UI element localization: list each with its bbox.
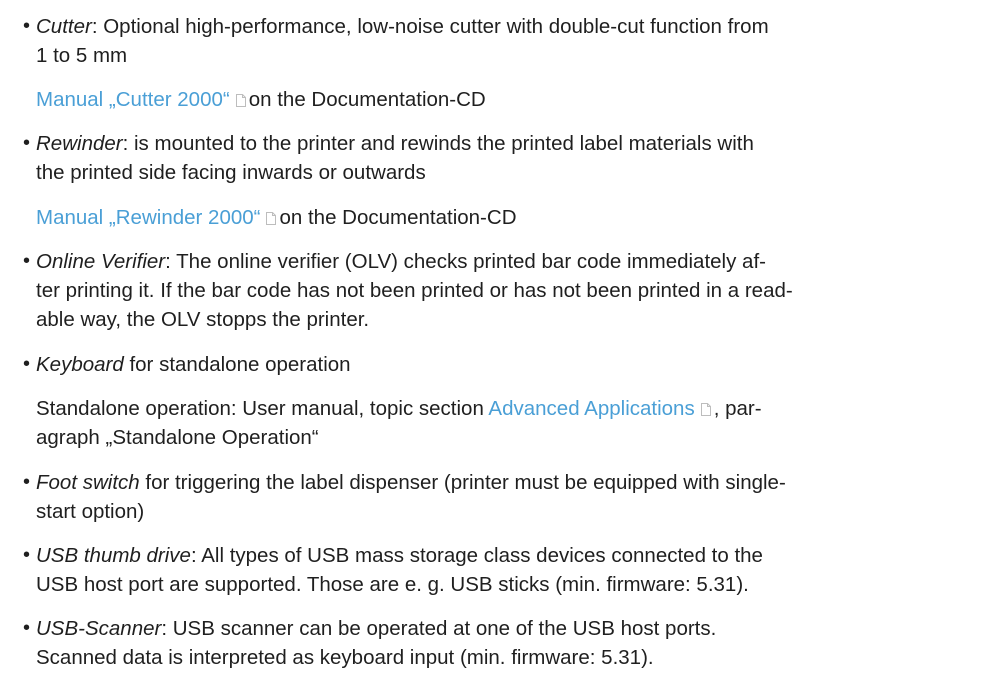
rewinder-manual-link[interactable]: Manual „Rewinder 2000“ <box>36 206 260 229</box>
bullet: • <box>23 132 31 154</box>
item-term: Rewinder <box>36 132 123 155</box>
list-item-keyboard: • Keyboard for standalone operation <box>23 350 981 379</box>
item-text: : USB scanner can be operated at one of … <box>161 617 717 640</box>
cutter-manual-reference: Manual „Cutter 2000“ on the Documentation… <box>36 85 981 114</box>
standalone-reference: Standalone operation: User manual, topic… <box>36 394 981 452</box>
item-text: : Optional high-performance, low-noise c… <box>91 15 769 38</box>
list-item-rewinder: • Rewinder: is mounted to the printer an… <box>23 129 981 187</box>
item-text: : All types of USB mass storage class de… <box>190 544 763 567</box>
item-line: Scanned data is interpreted as keyboard … <box>36 646 654 669</box>
item-line: USB host port are supported. Those are e… <box>36 573 749 596</box>
document-icon <box>700 403 711 416</box>
reference-text: Standalone operation: User manual, topic… <box>36 397 489 420</box>
item-line: the printed side facing inwards or outwa… <box>36 161 426 184</box>
item-text: for standalone operation <box>123 353 351 376</box>
item-line: Keyboard for standalone operation <box>36 350 981 379</box>
reference-line: Standalone operation: User manual, topic… <box>36 394 981 423</box>
bullet: • <box>23 15 31 37</box>
bullet: • <box>23 353 31 375</box>
item-line: Cutter: Optional high-performance, low-n… <box>36 12 981 41</box>
advanced-applications-link[interactable]: Advanced Applications <box>488 397 694 420</box>
item-line: USB thumb drive: All types of USB mass s… <box>36 541 981 570</box>
item-term: Cutter <box>36 15 92 38</box>
list-item-usb-thumb-drive: • USB thumb drive: All types of USB mass… <box>23 541 981 599</box>
item-term: Foot switch <box>36 471 140 494</box>
reference-text: on the Documentation-CD <box>279 206 517 229</box>
item-line: able way, the OLV stopps the printer. <box>36 308 370 331</box>
item-line: Foot switch for triggering the label dis… <box>36 468 981 497</box>
list-item-usb-scanner: • USB-Scanner: USB scanner can be operat… <box>23 614 981 672</box>
item-term: USB-Scanner <box>36 617 162 640</box>
item-text: for triggering the label dispenser (prin… <box>139 471 786 494</box>
item-text: : The online verifier (OLV) checks print… <box>165 250 766 273</box>
reference-line: agraph „Standalone Operation“ <box>36 426 319 449</box>
list-item-online-verifier: • Online Verifier: The online verifier (… <box>23 247 981 334</box>
item-term: USB thumb drive <box>36 544 191 567</box>
item-line: ter printing it. If the bar code has not… <box>36 279 793 302</box>
bullet: • <box>23 544 31 566</box>
cutter-manual-link[interactable]: Manual „Cutter 2000“ <box>36 88 230 111</box>
reference-text: , par- <box>713 397 762 420</box>
list-item-cutter: • Cutter: Optional high-performance, low… <box>23 12 981 70</box>
item-line: start option) <box>36 500 145 523</box>
bullet: • <box>23 250 31 272</box>
rewinder-manual-reference: Manual „Rewinder 2000“ on the Documentati… <box>36 203 981 232</box>
reference-text: on the Documentation-CD <box>248 88 486 111</box>
item-line: 1 to 5 mm <box>36 44 128 67</box>
item-line: USB-Scanner: USB scanner can be operated… <box>36 614 981 643</box>
item-term: Online Verifier <box>36 250 166 273</box>
bullet: • <box>23 471 31 493</box>
document-icon <box>266 212 277 225</box>
item-line: Online Verifier: The online verifier (OL… <box>36 247 981 276</box>
item-line: Rewinder: is mounted to the printer and … <box>36 129 981 158</box>
list-item-foot-switch: • Foot switch for triggering the label d… <box>23 468 981 526</box>
item-text: : is mounted to the printer and rewinds … <box>122 132 754 155</box>
document-icon <box>235 94 246 107</box>
bullet: • <box>23 617 31 639</box>
item-term: Keyboard <box>36 353 124 376</box>
